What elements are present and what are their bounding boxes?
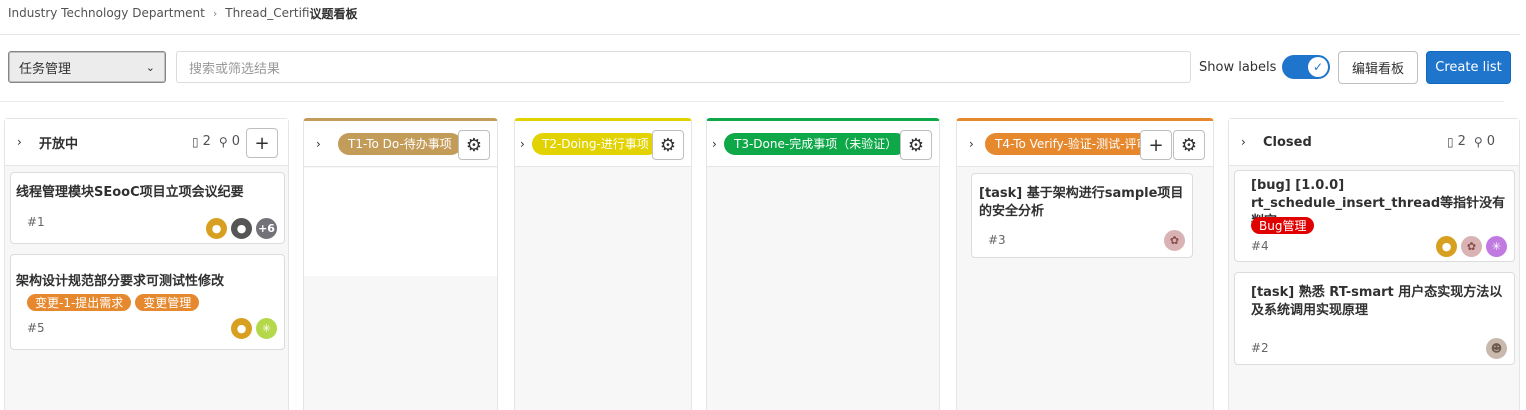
label-bug-management[interactable]: Bug管理 <box>1251 217 1315 234</box>
board-list-t3: › T3-Done-完成事项（未验证） ⚙ <box>706 118 940 410</box>
board-filter-bar: 任务管理 ⌄ 搜索或筛选结果 Show labels ✓ 编辑看板 Create… <box>0 51 1526 85</box>
board-list-t2: › T2-Doing-进行事项 ⚙ <box>514 118 692 410</box>
issue-labels: Bug管理 <box>1251 217 1315 234</box>
avatar-yellow-icon[interactable]: ● <box>1435 235 1458 258</box>
board-settings-button[interactable]: ⚙ <box>1173 130 1205 160</box>
board-list-counts: ▯ 2 ⚲ 0 <box>1447 134 1495 149</box>
board-list-counts: ▯ 2 ⚲ 0 <box>192 134 240 149</box>
issue-card[interactable]: [task] 熟悉 RT-smart 用户态实现方法以及系统调用实现原理 #2 … <box>1234 272 1515 365</box>
board-list-header: › T2-Doing-进行事项 ⚙ <box>515 121 691 167</box>
board-list-title: Closed <box>1263 134 1312 150</box>
issue-number: #1 <box>27 215 45 229</box>
board-list-t1: › T1-To Do-待办事项 ⚙ <box>303 118 498 410</box>
board-list-t4: › T4-To Verify-验证-测试-评审 + ⚙ [task] 基于架构进… <box>956 118 1214 410</box>
issue-labels: 变更-1-提出需求 变更管理 <box>27 294 200 311</box>
check-icon: ✓ <box>1308 57 1328 77</box>
issue-card[interactable]: [bug] [1.0.0] rt_schedule_insert_thread等… <box>1234 170 1515 262</box>
avatar-purple-icon[interactable]: ✳ <box>1485 235 1508 258</box>
scope-select[interactable]: 任务管理 ⌄ <box>8 51 166 83</box>
board-list-label[interactable]: T2-Doing-进行事项 <box>532 132 659 155</box>
assignees: ● ✳ <box>230 317 278 340</box>
extra-assignees-badge[interactable]: +6 <box>255 217 278 240</box>
issue-title[interactable]: 线程管理模块SEooC项目立项会议纪要 <box>16 184 278 202</box>
label-change-request[interactable]: 变更-1-提出需求 <box>27 294 132 311</box>
chevron-right-icon[interactable]: › <box>316 137 332 151</box>
empty-list-area <box>304 168 497 276</box>
breadcrumb-current-page: 议题看板 <box>309 6 358 21</box>
issue-number: #4 <box>1251 239 1269 253</box>
weight-icon: ⚲ <box>1473 134 1483 149</box>
chevron-right-icon[interactable]: › <box>712 137 722 151</box>
divider <box>0 34 1520 35</box>
issue-card[interactable]: 架构设计规范部分要求可测试性修改 变更-1-提出需求 变更管理 #5 ● ✳ <box>10 254 285 350</box>
board-list-header: › T3-Done-完成事项（未验证） ⚙ <box>707 121 939 167</box>
board-settings-button[interactable]: ⚙ <box>652 130 684 160</box>
weight-count: 0 <box>231 134 240 149</box>
chevron-down-icon: ⌄ <box>145 60 155 74</box>
issue-count: 2 <box>1457 134 1466 149</box>
board-list-header: › T4-To Verify-验证-测试-评审 + ⚙ <box>957 121 1213 167</box>
chevron-right-icon: › <box>212 6 218 20</box>
board-list-label[interactable]: T3-Done-完成事项（未验证） <box>724 132 908 155</box>
add-issue-button[interactable]: + <box>1140 130 1172 160</box>
avatar-green-icon[interactable]: ✳ <box>255 317 278 340</box>
breadcrumb-project-link[interactable]: Thread_Certifi <box>225 6 309 20</box>
board-list-header: › 开放中 ▯ 2 ⚲ 0 + <box>5 119 288 166</box>
search-placeholder: 搜索或筛选结果 <box>189 61 281 77</box>
issue-title[interactable]: [task] 基于架构进行sample项目的安全分析 <box>979 185 1186 221</box>
scope-select-value: 任务管理 <box>19 61 72 77</box>
avatar-yellow-icon[interactable]: ● <box>205 217 228 240</box>
avatar-pattern-icon[interactable]: ✿ <box>1163 229 1186 252</box>
divider <box>0 101 1504 102</box>
issue-card[interactable]: [task] 基于架构进行sample项目的安全分析 #3 ✿ <box>971 173 1193 258</box>
gear-icon: ⚙ <box>907 134 925 156</box>
board-list-label[interactable]: T4-To Verify-验证-测试-评审 <box>985 132 1159 155</box>
chevron-right-icon[interactable]: › <box>969 137 985 151</box>
issue-number: #5 <box>27 321 45 335</box>
breadcrumb: Industry Technology Department › Thread_… <box>8 5 358 21</box>
issue-number: #3 <box>988 233 1006 247</box>
add-issue-button[interactable]: + <box>246 128 278 158</box>
avatar-penguin-icon[interactable]: ● <box>230 217 253 240</box>
assignees: ☻ <box>1485 337 1508 360</box>
weight-icon: ⚲ <box>218 134 228 149</box>
board-settings-button[interactable]: ⚙ <box>900 130 932 160</box>
plus-icon: + <box>1148 134 1164 156</box>
assignees: ● ● +6 <box>205 217 278 240</box>
board-list-header: › T1-To Do-待办事项 ⚙ <box>304 121 497 167</box>
board-list-open: › 开放中 ▯ 2 ⚲ 0 + 线程管理模块SEooC项目立项会议纪要 #1 ●… <box>4 118 289 410</box>
assignees: ✿ <box>1163 229 1186 252</box>
gear-icon: ⚙ <box>1180 134 1198 156</box>
assignees: ● ✿ ✳ <box>1435 235 1508 258</box>
board-list-title: 开放中 <box>39 136 79 152</box>
chevron-right-icon[interactable]: › <box>520 137 530 151</box>
plus-icon: + <box>254 132 270 154</box>
avatar-yellow-icon[interactable]: ● <box>230 317 253 340</box>
edit-board-button[interactable]: 编辑看板 <box>1338 51 1418 84</box>
issue-title[interactable]: [task] 熟悉 RT-smart 用户态实现方法以及系统调用实现原理 <box>1251 284 1508 320</box>
breadcrumb-group-link[interactable]: Industry Technology Department <box>8 6 205 20</box>
create-list-button[interactable]: Create list <box>1426 51 1511 84</box>
board-settings-button[interactable]: ⚙ <box>458 130 490 160</box>
gear-icon: ⚙ <box>465 134 483 156</box>
issue-title[interactable]: 架构设计规范部分要求可测试性修改 <box>16 273 278 291</box>
avatar-photo-icon[interactable]: ☻ <box>1485 337 1508 360</box>
issue-number: #2 <box>1251 341 1269 355</box>
board-list-label[interactable]: T1-To Do-待办事项 <box>338 132 462 155</box>
avatar-pattern-icon[interactable]: ✿ <box>1460 235 1483 258</box>
search-input[interactable]: 搜索或筛选结果 <box>176 51 1191 83</box>
issue-count: 2 <box>202 134 211 149</box>
weight-count: 0 <box>1486 134 1495 149</box>
chevron-right-icon[interactable]: › <box>1241 135 1257 149</box>
issues-icon: ▯ <box>192 134 199 149</box>
show-labels-label: Show labels <box>1199 60 1277 75</box>
gear-icon: ⚙ <box>659 134 677 156</box>
board-list-header: › Closed ▯ 2 ⚲ 0 <box>1229 119 1519 166</box>
board-list-closed: › Closed ▯ 2 ⚲ 0 [bug] [1.0.0] rt_schedu… <box>1228 118 1520 410</box>
label-change-management[interactable]: 变更管理 <box>135 294 200 311</box>
show-labels-toggle[interactable]: ✓ <box>1282 55 1330 79</box>
issues-icon: ▯ <box>1447 134 1454 149</box>
issue-card[interactable]: 线程管理模块SEooC项目立项会议纪要 #1 ● ● +6 <box>10 172 285 244</box>
chevron-right-icon[interactable]: › <box>17 135 33 149</box>
